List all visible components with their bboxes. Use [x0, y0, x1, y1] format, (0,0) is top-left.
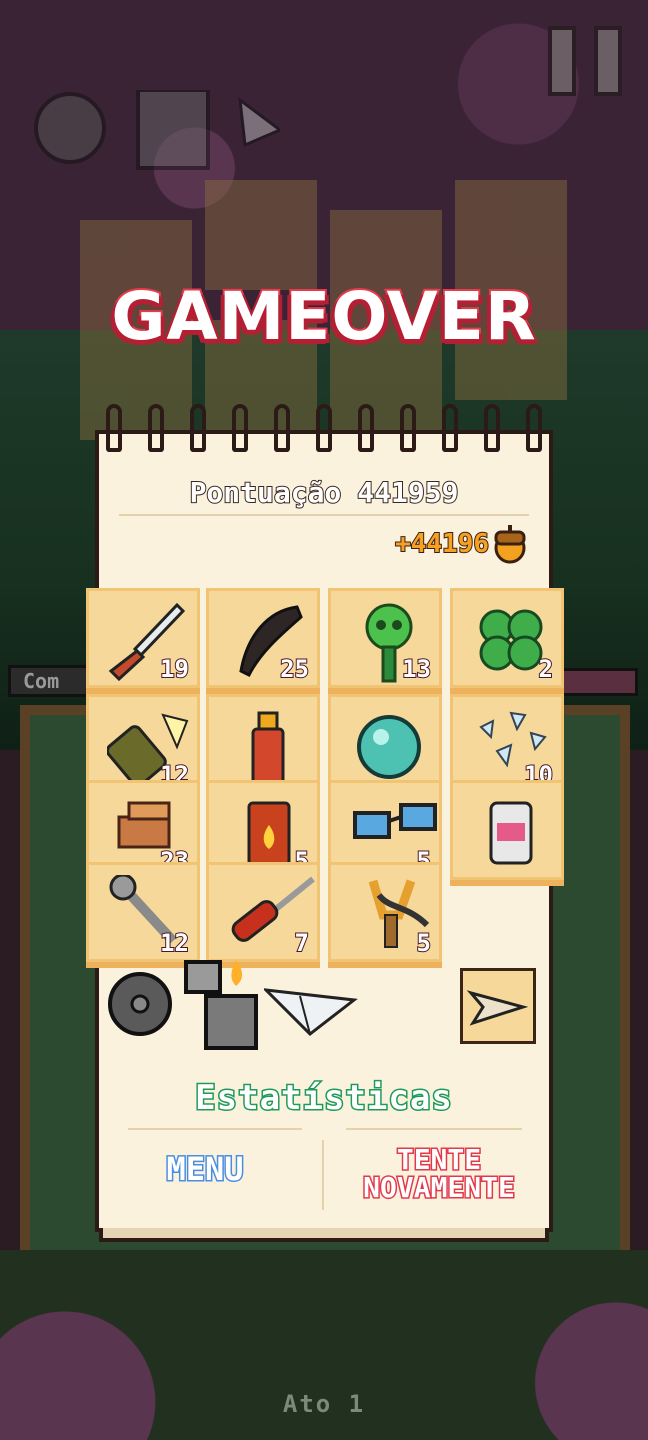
item-card[interactable]: 12: [86, 694, 200, 794]
item-card[interactable]: 25: [206, 588, 320, 688]
acorn-icon: [494, 525, 526, 564]
divider: [128, 1128, 302, 1130]
retry-label-line2: NOVAMENTE: [362, 1171, 517, 1204]
retry-button[interactable]: TENTE NOVAMENTE: [334, 1143, 544, 1204]
item-card[interactable]: [206, 694, 320, 794]
item-count: 12: [159, 928, 190, 958]
menu-button[interactable]: MENU: [130, 1149, 280, 1190]
item-card[interactable]: 12: [86, 862, 200, 962]
bonus-reward: +44196: [394, 524, 527, 564]
notebook-rings: [106, 404, 546, 456]
divider: [119, 514, 529, 516]
item-card[interactable]: [450, 780, 564, 880]
lighter-icon: [184, 960, 258, 1050]
pause-button[interactable]: [548, 26, 624, 96]
gameover-title: GAMEOVER: [109, 276, 537, 357]
act-label: Ato 1: [282, 1390, 366, 1418]
score-label: Pontuação: [189, 475, 343, 510]
score-value: 441959: [356, 475, 459, 510]
item-count: 25: [279, 654, 310, 684]
crystal-orb-icon: [357, 715, 421, 779]
divider: [322, 1140, 324, 1210]
item-count: 5: [416, 928, 433, 958]
item-card[interactable]: 19: [86, 588, 200, 688]
weapon-slot[interactable]: [460, 968, 536, 1044]
divider: [346, 1128, 522, 1130]
statistics-button[interactable]: Estatísticas: [0, 1077, 648, 1120]
score-line: Pontuação 441959: [99, 475, 549, 510]
item-card[interactable]: 5: [328, 862, 442, 962]
item-card[interactable]: [328, 694, 442, 794]
arrowhead-icon: [466, 990, 529, 1026]
sunglasses-icon: [353, 803, 437, 839]
paper-plane-icon: [264, 988, 358, 1036]
item-card[interactable]: 13: [328, 588, 442, 688]
item-count: 19: [159, 654, 190, 684]
side-health-bar: [560, 668, 638, 696]
wheel-icon: [108, 972, 172, 1036]
item-card[interactable]: 10: [450, 694, 564, 794]
bonus-value: +44196: [394, 528, 490, 560]
item-count: 13: [401, 654, 432, 684]
side-info-bar: Com: [8, 665, 93, 697]
paint-can-icon: [489, 801, 533, 865]
background-relics: [34, 90, 280, 170]
spray-can-icon: [251, 711, 285, 787]
retry-label-line1: TENTE: [395, 1143, 482, 1176]
item-count: 7: [294, 928, 311, 958]
item-count: 2: [538, 654, 555, 684]
item-card[interactable]: 2: [450, 588, 564, 688]
item-card[interactable]: 7: [206, 862, 320, 962]
